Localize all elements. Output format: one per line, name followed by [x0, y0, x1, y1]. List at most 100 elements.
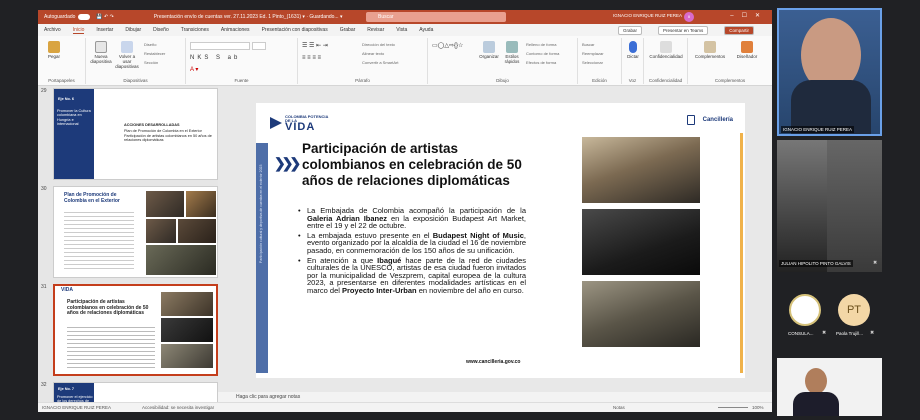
shapes-gallery-icon[interactable]: ▭◯△⇨{}☆	[432, 42, 463, 49]
layout-button[interactable]: Diseño	[144, 42, 156, 47]
quick-styles-button[interactable]: Estilos rápidos	[502, 41, 522, 64]
tab-archivo[interactable]: Archivo	[44, 27, 61, 33]
chevrons-icon: ❯❯❯	[274, 155, 301, 171]
sensitivity-button[interactable]: Confidencialidad	[646, 41, 686, 59]
microphone-icon	[629, 41, 637, 53]
slide-thumbnails-pane[interactable]: 29 Eje No. 6 Promover la Cultura colombi…	[38, 86, 218, 412]
participant-avatar-4[interactable]: PT	[838, 294, 870, 326]
tab-presentacion[interactable]: Presentación con diapositivas	[262, 27, 328, 33]
photo-inter-urban[interactable]	[582, 281, 700, 347]
designer-icon	[741, 41, 753, 53]
thumb-title: Eje No. 6	[58, 97, 75, 101]
font-size-select[interactable]	[252, 42, 266, 50]
tab-dibujar[interactable]: Dibujar	[125, 27, 141, 33]
accent-line	[740, 133, 743, 373]
tab-animaciones[interactable]: Animaciones	[221, 27, 250, 33]
menu-actions: Grabar Presentar en Teams Compartir	[618, 26, 766, 35]
slide-thumbnail-31[interactable]: VIDA Participación de artistas colombian…	[53, 284, 218, 376]
accessibility-status[interactable]: Accesibilidad: se necesita investigar	[142, 405, 214, 410]
group-confidencialidad: Confidencialidad Confidencialidad	[644, 38, 688, 84]
participant-tile-2[interactable]: JULIAN HIPOLITO PINTO GALVIS ✖	[777, 140, 882, 272]
notes-pane[interactable]: Haga clic para agregar notas	[218, 392, 772, 402]
participant-name: JULIAN HIPOLITO PINTO GALVIS	[779, 260, 853, 267]
thumb-photo	[146, 191, 184, 217]
replace-button[interactable]: Reemplazar	[582, 51, 604, 56]
zoom-level[interactable]: 100%	[752, 403, 764, 412]
find-button[interactable]: Buscar	[582, 42, 594, 47]
participant-name: Paola Trujill...	[836, 331, 864, 336]
search-input[interactable]: Buscar	[366, 12, 506, 22]
bullet-3: En atención a que Ibagué hace parte de l…	[294, 256, 526, 295]
dictate-button[interactable]: Dictar	[624, 41, 642, 59]
photo-night-of-music[interactable]	[582, 209, 700, 275]
present-teams-button[interactable]: Presentar en Teams	[658, 26, 709, 35]
text-direction-button[interactable]: Dirección del texto	[362, 42, 395, 47]
group-edicion: Buscar Reemplazar Seleccionar Edición	[578, 38, 622, 84]
font-color-icon[interactable]: A ▾	[190, 66, 198, 73]
record-button[interactable]: Grabar	[618, 26, 643, 35]
list-icons[interactable]: ☰ ☰ ⇤ ⇥	[302, 42, 328, 49]
document-title[interactable]: Presentación envío de cuentas ver. 27.11…	[154, 14, 343, 20]
reset-button[interactable]: Restablecer	[144, 51, 165, 56]
notes-toggle[interactable]: Notas	[613, 403, 625, 412]
side-strip: Participación cultural y deportiva de cu…	[256, 143, 268, 373]
participant-suit	[793, 392, 839, 416]
thumb-photo	[146, 245, 216, 275]
tab-transiciones[interactable]: Transiciones	[181, 27, 209, 33]
addins-button[interactable]: Complementos	[692, 41, 728, 59]
thumb-logo: VIDA	[61, 287, 73, 293]
select-button[interactable]: Seleccionar	[582, 60, 603, 65]
thumb-subtitle: Promover la Cultura colombiana en Hungrí…	[57, 109, 91, 127]
participant-tile-1[interactable]: IGNACIO ENRIQUE RUIZ PEREA	[777, 8, 882, 136]
zoom-slider[interactable]	[718, 407, 748, 408]
font-name-select[interactable]	[190, 42, 250, 50]
tab-grabar[interactable]: Grabar	[340, 27, 356, 33]
participant-avatar-3[interactable]	[789, 294, 821, 326]
slide-title[interactable]: Participación de artistas colombianos en…	[302, 141, 542, 189]
tab-revisar[interactable]: Revisar	[367, 27, 384, 33]
powerpoint-window: Autoguardado 💾 ↶ ↷ Presentación envío de…	[38, 10, 772, 412]
shape-outline-button[interactable]: Contorno de forma	[526, 51, 559, 56]
shape-effects-button[interactable]: Efectos de forma	[526, 60, 556, 65]
participant-name: CONSULA...	[788, 331, 814, 336]
user-avatar[interactable]: II	[684, 12, 694, 22]
organize-button[interactable]: Organizar	[478, 41, 500, 59]
save-icon[interactable]: 💾 ↶ ↷	[96, 14, 113, 20]
thumb-photo	[161, 318, 213, 342]
current-slide[interactable]: COLOMBIA POTENCIA DE LA VIDA Cancillería…	[256, 103, 745, 378]
autosave-label: Autoguardado	[44, 14, 76, 20]
user-name[interactable]: IGNACIO ENRIQUE RUIZ PEREA	[613, 13, 682, 18]
tab-diseno[interactable]: Diseño	[153, 27, 169, 33]
ribbon: Pegar Portapapeles Nueva diapositiva Vol…	[38, 36, 772, 86]
slide-number: 30	[41, 186, 47, 192]
slide-thumbnail-29[interactable]: Eje No. 6 Promover la Cultura colombiana…	[53, 88, 218, 180]
reuse-icon	[121, 41, 133, 53]
align-text-button[interactable]: Alinear texto	[362, 51, 384, 56]
tab-vista[interactable]: Vista	[396, 27, 407, 33]
reuse-slides-button[interactable]: Volver a usar diapositivas	[114, 41, 140, 69]
share-button[interactable]: Compartir	[724, 26, 754, 35]
tab-ayuda[interactable]: Ayuda	[419, 27, 433, 33]
slide-number: 32	[41, 382, 47, 388]
paste-button[interactable]: Pegar	[44, 41, 64, 59]
tab-insertar[interactable]: Insertar	[96, 27, 113, 33]
new-slide-button[interactable]: Nueva diapositiva	[90, 41, 112, 64]
thumb-photo	[186, 191, 216, 217]
tab-inicio[interactable]: Inicio	[72, 27, 85, 34]
autosave-toggle[interactable]	[78, 14, 91, 20]
slide-bullets[interactable]: La Embajada de Colombia acompañó la part…	[294, 207, 526, 297]
align-icons[interactable]: ≡ ≡ ≡ ≡	[302, 55, 321, 61]
window-controls[interactable]: –☐✕	[730, 12, 768, 19]
designer-button[interactable]: Diseñador	[732, 41, 762, 59]
participant-tile-5[interactable]	[777, 358, 882, 416]
screen: Autoguardado 💾 ↶ ↷ Presentación envío de…	[0, 0, 920, 420]
slide-thumbnail-30[interactable]: Plan de Promoción de Colombia en el Exte…	[53, 186, 218, 278]
photo-art-market[interactable]	[582, 137, 700, 203]
section-button[interactable]: Sección	[144, 60, 158, 65]
shape-fill-button[interactable]: Relleno de forma	[526, 42, 556, 47]
cancilleria-shield-icon	[687, 115, 695, 125]
bullet-2: La embajada estuvo presente en el Budape…	[294, 231, 526, 255]
thumb-text-lines	[64, 209, 134, 269]
font-format-icons[interactable]: NKS S ab	[190, 55, 240, 61]
smartart-button[interactable]: Convertir a SmartArt	[362, 60, 398, 65]
